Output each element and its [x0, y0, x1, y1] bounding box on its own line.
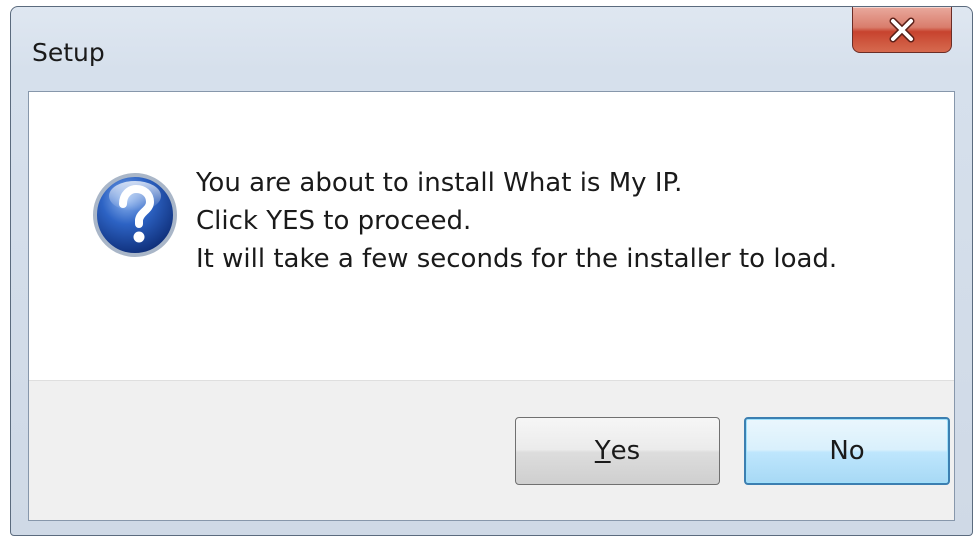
no-button[interactable]: No — [744, 417, 950, 485]
message-line: It will take a few seconds for the insta… — [196, 244, 838, 274]
no-label: No — [829, 436, 865, 466]
close-icon — [887, 17, 917, 43]
message-text: You are about to install What is My IP. … — [196, 164, 837, 278]
window-title: Setup — [32, 38, 105, 67]
message-line: You are about to install What is My IP. — [196, 168, 683, 198]
setup-dialog: Setup You are about to install What is M… — [10, 6, 973, 536]
question-icon — [90, 170, 180, 260]
title-bar[interactable]: Setup — [11, 7, 972, 91]
dialog-body: You are about to install What is My IP. … — [28, 91, 955, 521]
message-line: Click YES to proceed. — [196, 206, 472, 236]
yes-label: es — [610, 436, 641, 466]
close-button[interactable] — [852, 7, 952, 53]
yes-mnemonic: Y — [594, 436, 611, 466]
button-bar: Yes No — [29, 380, 954, 520]
message-area: You are about to install What is My IP. … — [29, 92, 954, 380]
yes-button[interactable]: Yes — [515, 417, 720, 485]
